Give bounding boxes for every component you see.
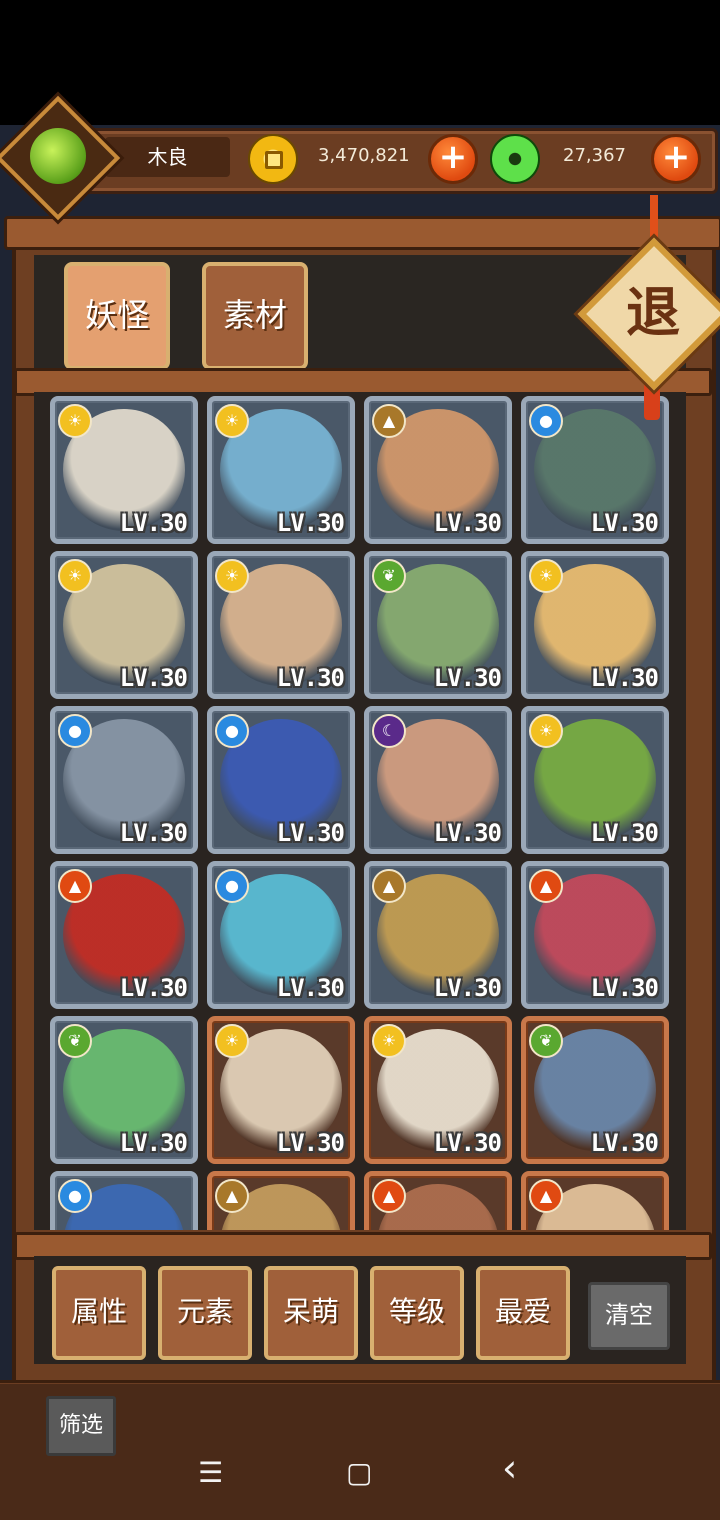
earth-element-icon: ▲ (215, 1179, 249, 1213)
yokai-card[interactable]: ☀ LV.30 (521, 551, 669, 699)
player-name: 木良 (105, 137, 230, 177)
fire-element-icon: ▲ (529, 1179, 563, 1213)
level-label: LV.30 (276, 664, 345, 692)
cabinet-top-beam (4, 216, 720, 250)
water-element-icon: ● (215, 869, 249, 903)
yokai-card[interactable]: ☀ LV.30 (50, 396, 198, 544)
clear-button[interactable]: 清空 (588, 1282, 670, 1350)
yokai-card[interactable]: ❦ LV.30 (364, 551, 512, 699)
menu-icon[interactable]: ☰ (198, 1456, 223, 1489)
sun-element-icon: ☀ (215, 559, 249, 593)
yokai-card[interactable]: ▲ (207, 1171, 355, 1230)
level-label: LV.30 (276, 509, 345, 537)
tab-yokai[interactable]: 妖怪 (64, 262, 170, 370)
level-label: LV.30 (276, 974, 345, 1002)
yokai-card[interactable]: ▲ (364, 1171, 512, 1230)
sun-element-icon: ☀ (529, 714, 563, 748)
yokai-card[interactable]: ▲ (521, 1171, 669, 1230)
yokai-grid: ☀ LV.30 ☀ LV.30 ▲ LV.30 ● LV.30 ☀ LV.30 ☀ LV.30 ❦ LV.… (34, 392, 686, 1230)
add-coins-button[interactable]: + (428, 134, 478, 184)
coin-count: 3,470,821 (318, 145, 410, 166)
fire-element-icon: ▲ (58, 869, 92, 903)
back-icon[interactable]: ‹ (502, 1446, 517, 1490)
yokai-card[interactable]: ▲ LV.30 (364, 396, 512, 544)
yokai-card[interactable]: ▲ LV.30 (521, 861, 669, 1009)
sun-element-icon: ☀ (215, 1024, 249, 1058)
yokai-card[interactable]: ☀ LV.30 (521, 706, 669, 854)
level-label: LV.30 (590, 974, 659, 1002)
level-label: LV.30 (590, 664, 659, 692)
yokai-card[interactable]: ▲ LV.30 (364, 861, 512, 1009)
water-element-icon: ● (529, 404, 563, 438)
coin-icon (248, 134, 298, 184)
yokai-card[interactable]: ☀ LV.30 (207, 396, 355, 544)
level-label: LV.30 (590, 819, 659, 847)
yokai-card[interactable]: ☀ LV.30 (364, 1016, 512, 1164)
level-label: LV.30 (276, 1129, 345, 1157)
sun-element-icon: ☀ (372, 1024, 406, 1058)
level-label: LV.30 (119, 819, 188, 847)
level-label: LV.30 (433, 664, 502, 692)
yokai-card[interactable]: ● (50, 1171, 198, 1230)
leaf-element-icon: ❦ (529, 1024, 563, 1058)
sun-element-icon: ☀ (215, 404, 249, 438)
moon-element-icon: ☾ (372, 714, 406, 748)
fire-element-icon: ▲ (372, 1179, 406, 1213)
avatar[interactable] (30, 128, 86, 184)
level-label: LV.30 (119, 509, 188, 537)
jade-count: 27,367 (563, 145, 626, 166)
level-label: LV.30 (119, 664, 188, 692)
level-label: LV.30 (119, 1129, 188, 1157)
sun-element-icon: ☀ (58, 404, 92, 438)
level-label: LV.30 (590, 509, 659, 537)
yokai-card[interactable]: ▲ LV.30 (50, 861, 198, 1009)
yokai-card[interactable]: ● LV.30 (50, 706, 198, 854)
filter-cute-button[interactable]: 呆萌 (264, 1266, 358, 1360)
yokai-card[interactable]: ❦ LV.30 (50, 1016, 198, 1164)
level-label: LV.30 (119, 974, 188, 1002)
add-jade-button[interactable]: + (651, 134, 701, 184)
yokai-card[interactable]: ● LV.30 (207, 706, 355, 854)
sun-element-icon: ☀ (58, 559, 92, 593)
leaf-element-icon: ❦ (58, 1024, 92, 1058)
earth-element-icon: ▲ (372, 869, 406, 903)
level-label: LV.30 (433, 1129, 502, 1157)
yokai-card[interactable]: ☾ LV.30 (364, 706, 512, 854)
filter-favorite-button[interactable]: 最爱 (476, 1266, 570, 1360)
level-label: LV.30 (433, 509, 502, 537)
filter-attribute-button[interactable]: 属性 (52, 1266, 146, 1360)
yokai-card[interactable]: ☀ LV.30 (207, 551, 355, 699)
earth-element-icon: ▲ (372, 404, 406, 438)
level-label: LV.30 (433, 819, 502, 847)
yokai-card[interactable]: ☀ LV.30 (50, 551, 198, 699)
yokai-card[interactable]: ☀ LV.30 (207, 1016, 355, 1164)
fire-element-icon: ▲ (529, 869, 563, 903)
yokai-card[interactable]: ❦ LV.30 (521, 1016, 669, 1164)
tab-materials[interactable]: 素材 (202, 262, 308, 370)
jade-icon (490, 134, 540, 184)
water-element-icon: ● (58, 1179, 92, 1213)
status-area (0, 0, 720, 125)
screen-button[interactable]: 筛选 (46, 1396, 116, 1456)
level-label: LV.30 (590, 1129, 659, 1157)
sun-element-icon: ☀ (529, 559, 563, 593)
level-label: LV.30 (433, 974, 502, 1002)
water-element-icon: ● (58, 714, 92, 748)
level-label: LV.30 (276, 819, 345, 847)
filter-level-button[interactable]: 等级 (370, 1266, 464, 1360)
filter-element-button[interactable]: 元素 (158, 1266, 252, 1360)
yokai-card[interactable]: ● LV.30 (207, 861, 355, 1009)
leaf-element-icon: ❦ (372, 559, 406, 593)
home-icon[interactable]: ▢ (346, 1456, 372, 1489)
exit-label[interactable]: 退 (600, 268, 706, 358)
water-element-icon: ● (215, 714, 249, 748)
